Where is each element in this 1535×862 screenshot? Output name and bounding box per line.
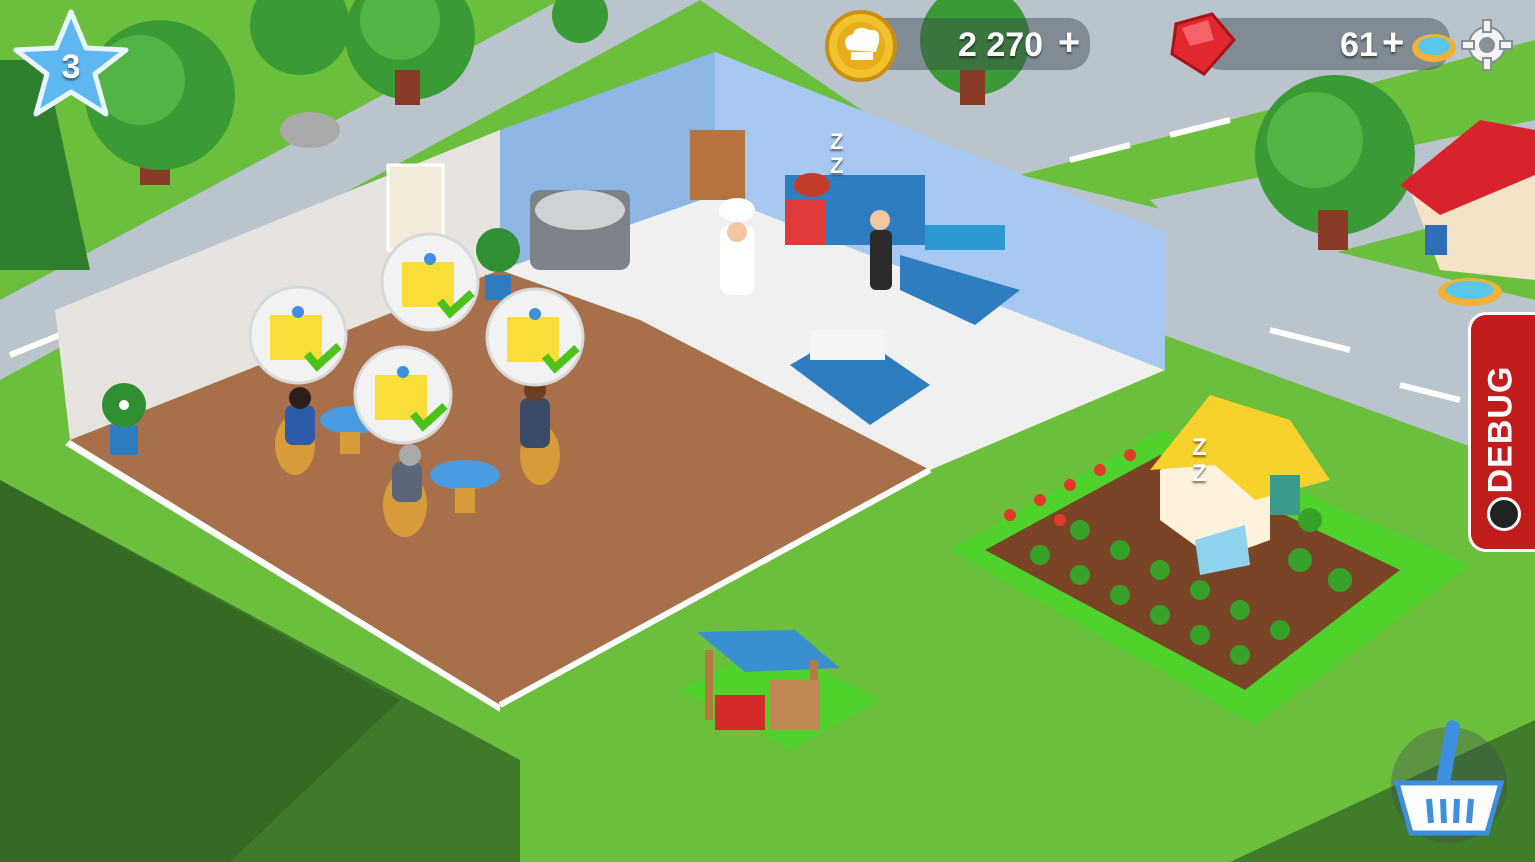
ruby-gem-icon: [1170, 12, 1236, 76]
coins-count: 2 270: [958, 26, 1044, 64]
order-bubble[interactable]: [380, 232, 480, 332]
add-coins-button[interactable]: +: [1058, 22, 1080, 65]
basket-icon: [1391, 720, 1507, 843]
game-world[interactable]: [0, 0, 1535, 862]
gems-icon[interactable]: [1168, 10, 1240, 78]
zzz-icon: Z Z: [1192, 434, 1207, 487]
debug-tab[interactable]: DEBUG: [1468, 312, 1535, 552]
add-gems-button[interactable]: +: [1382, 22, 1404, 65]
shop-button[interactable]: [1383, 715, 1515, 845]
order-bubble[interactable]: [353, 345, 453, 445]
zzz-icon: Z Z: [830, 129, 844, 178]
level-number: 3: [61, 48, 81, 86]
order-bubble[interactable]: [248, 285, 348, 385]
clock-icon: [1487, 497, 1521, 531]
chef-hat-coin-icon: [825, 10, 897, 82]
level-badge[interactable]: 3: [10, 8, 132, 120]
gems-count: 61: [1340, 26, 1378, 64]
debug-label: DEBUG: [1481, 365, 1520, 494]
coins-icon[interactable]: [824, 10, 899, 82]
pool-icon: [1410, 28, 1458, 64]
order-bubble[interactable]: [485, 287, 585, 387]
settings-button[interactable]: [1460, 18, 1514, 72]
gear-icon: [1461, 19, 1513, 71]
